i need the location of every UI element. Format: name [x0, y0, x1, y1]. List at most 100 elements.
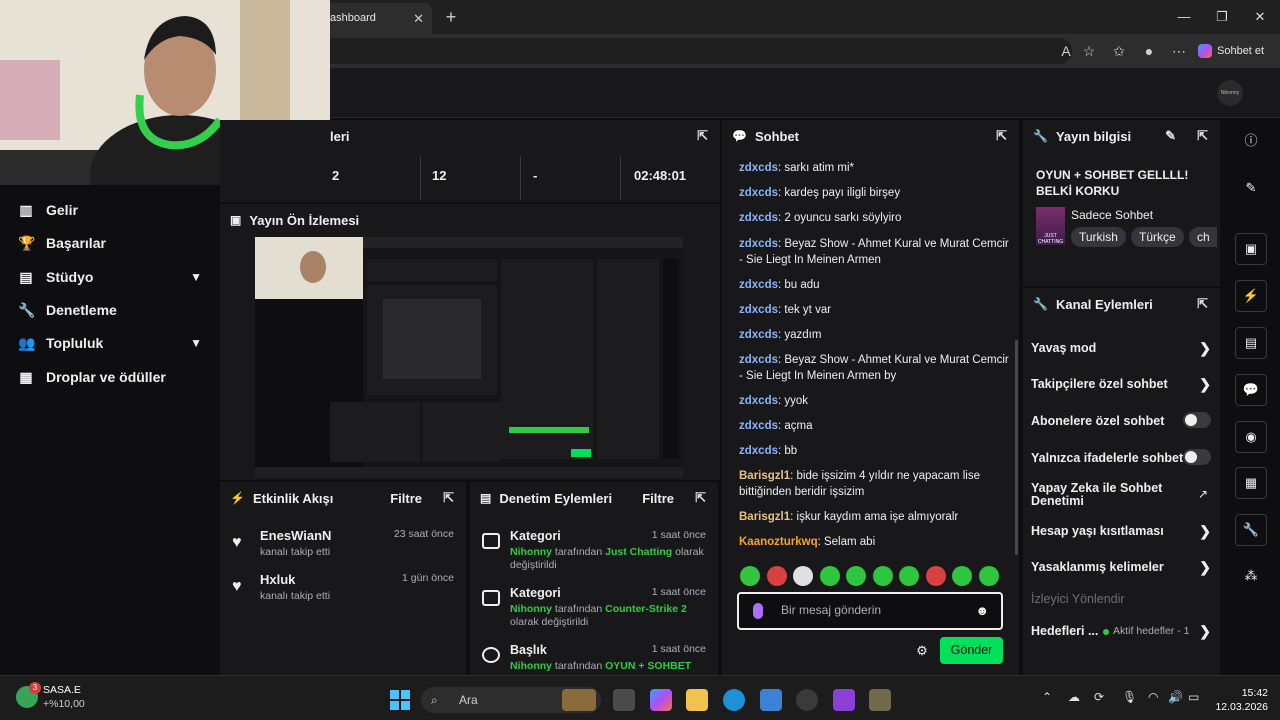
category-name[interactable]: Sadece Sohbet — [1071, 208, 1153, 222]
popout-icon[interactable]: ⇱ — [1197, 128, 1208, 144]
taskbar-clock[interactable]: 15:42 12.03.2026 — [1212, 686, 1268, 714]
emote-icon[interactable] — [899, 566, 919, 586]
action-followers-only[interactable]: Takipçilere özel sohbet ❯ — [1031, 376, 1213, 392]
extensions-icon[interactable]: ⁂ — [1235, 561, 1267, 593]
emote-icon[interactable] — [740, 566, 760, 586]
activity-user[interactable]: EnesWianN — [260, 528, 331, 543]
nav-item-gelir[interactable]: ▥ Gelir — [18, 196, 208, 224]
microphone-icon[interactable]: 🎙 — [1122, 690, 1137, 704]
emote-icon[interactable] — [846, 566, 866, 586]
emote-icon[interactable] — [793, 566, 813, 586]
external-link-icon[interactable]: ↗ — [1198, 487, 1208, 501]
popout-icon[interactable]: ⇱ — [695, 490, 706, 506]
stock-widget[interactable]: 3 SASA.E +%10,00 — [16, 682, 106, 714]
minimize-icon[interactable]: — — [1170, 6, 1198, 28]
chat-bubble-icon[interactable]: 💬 — [1235, 374, 1267, 406]
favorite-star-icon[interactable]: ☆ — [1078, 40, 1100, 62]
chat-input[interactable]: Bir mesaj gönderin ☻ — [737, 592, 1003, 630]
nav-item-droplar[interactable]: ▦ Droplar ve ödüller — [18, 363, 208, 391]
edit-pencil-icon[interactable]: ✎ — [1165, 128, 1176, 144]
nav-item-topluluk[interactable]: 👥 Topluluk ▼ — [18, 329, 208, 357]
store-icon[interactable] — [760, 689, 782, 711]
filter-button[interactable]: Filtre — [390, 491, 422, 506]
chat-username[interactable]: zdxcds — [739, 212, 778, 224]
stream-preview-video[interactable] — [255, 237, 683, 478]
chat-username[interactable]: Barisgzl1 — [739, 511, 790, 523]
chat-username[interactable]: zdxcds — [739, 329, 778, 341]
emote-only-toggle[interactable] — [1183, 449, 1211, 465]
chat-settings-gear-icon[interactable]: ⚙ — [913, 642, 931, 660]
microphone-icon[interactable] — [753, 603, 763, 619]
tag-chip[interactable]: Türkçe — [1131, 227, 1184, 247]
favorites-icon[interactable]: ✩ — [1108, 40, 1130, 62]
chat-username[interactable]: zdxcds — [739, 187, 778, 199]
clip-icon[interactable]: ▣ — [1235, 233, 1267, 265]
read-aloud-icon[interactable]: A — [1055, 40, 1077, 62]
edge-browser-icon[interactable] — [723, 689, 745, 711]
chat-username[interactable]: zdxcds — [739, 238, 778, 250]
nav-item-denetleme[interactable]: 🔧 Denetleme — [18, 296, 208, 324]
copilot-app-icon[interactable] — [650, 689, 672, 711]
battery-icon[interactable]: ▭ — [1188, 690, 1199, 704]
maximize-icon[interactable]: ❐ — [1208, 6, 1236, 28]
action-goals[interactable]: Hedefleri ... Aktif hedefler - 1 ❯ — [1031, 623, 1213, 639]
emote-icon[interactable] — [766, 566, 787, 586]
chat-username[interactable]: zdxcds — [739, 445, 778, 457]
send-button[interactable]: Gönder — [940, 637, 1003, 664]
edit-pencil-icon[interactable]: ✎ — [1235, 173, 1267, 205]
notes-icon[interactable]: ▤ — [1235, 327, 1267, 359]
layout-icon[interactable]: ▦ — [1235, 467, 1267, 499]
chevron-up-icon[interactable]: ⌃ — [1042, 690, 1052, 704]
task-view-icon[interactable] — [613, 689, 635, 711]
action-account-age[interactable]: Hesap yaşı kısıtlaması ❯ — [1031, 523, 1213, 539]
emote-icon[interactable] — [978, 566, 999, 586]
actor-name[interactable]: Nihonny — [510, 603, 552, 615]
actor-name[interactable]: Nihonny — [510, 660, 552, 672]
close-window-icon[interactable]: ✕ — [1246, 6, 1274, 28]
wrench-icon[interactable]: 🔧 — [1235, 514, 1267, 546]
chat-username[interactable]: Kaanozturkwq — [739, 536, 818, 548]
action-slow-mode[interactable]: Yavaş mod ❯ — [1031, 340, 1213, 356]
activity-user[interactable]: Hxluk — [260, 572, 295, 587]
chat-username[interactable]: zdxcds — [739, 354, 778, 366]
emote-icon[interactable] — [925, 566, 946, 586]
popout-icon[interactable]: ⇱ — [996, 128, 1007, 144]
new-tab-icon[interactable]: + — [440, 6, 462, 28]
emoji-icon[interactable]: ☻ — [975, 603, 989, 618]
nav-item-basarilar[interactable]: 🏆 Başarılar — [18, 229, 208, 257]
more-menu-icon[interactable]: ⋯ — [1168, 40, 1190, 62]
windows-start-icon[interactable] — [390, 690, 410, 710]
emote-icon[interactable] — [819, 566, 840, 586]
sync-icon[interactable]: ⟳ — [1094, 690, 1104, 704]
popout-icon[interactable]: ⇱ — [443, 490, 454, 506]
obs-icon[interactable] — [796, 689, 818, 711]
chat-username[interactable]: zdxcds — [739, 304, 778, 316]
profile-avatar-icon[interactable]: ● — [1138, 40, 1160, 62]
chat-username[interactable]: zdxcds — [739, 420, 778, 432]
chat-username[interactable]: zdxcds — [739, 162, 778, 174]
subscribers-only-toggle[interactable] — [1183, 412, 1211, 428]
volume-icon[interactable]: 🔊 — [1168, 690, 1183, 704]
tag-chip[interactable]: Turkish — [1071, 227, 1126, 247]
channel-logo[interactable]: Nihonny — [1217, 80, 1243, 106]
chat-username[interactable]: Barisgzl1 — [739, 470, 790, 482]
chat-scrollbar[interactable] — [1015, 340, 1018, 555]
filter-button[interactable]: Filtre — [642, 491, 674, 506]
lightning-icon[interactable]: ⚡ — [1235, 280, 1267, 312]
category-boxart[interactable]: JUST CHATTING — [1036, 207, 1065, 245]
wifi-icon[interactable]: ◠ — [1148, 690, 1158, 704]
actor-name[interactable]: Nihonny — [510, 546, 552, 558]
chevron-down-icon[interactable]: ▼ — [190, 270, 202, 284]
emote-icon[interactable] — [872, 566, 893, 586]
copilot-button[interactable]: Sohbet et — [1198, 39, 1276, 63]
browser-tab[interactable]: ashboard ✕ — [320, 3, 432, 34]
nav-item-studyo[interactable]: ▤ Stüdyo ▼ — [18, 263, 208, 291]
popout-icon[interactable]: ⇱ — [697, 128, 708, 144]
info-icon[interactable]: ⓘ — [1235, 126, 1267, 158]
game-app-icon[interactable] — [869, 689, 891, 711]
chevron-down-icon[interactable]: ▼ — [190, 336, 202, 350]
tag-chip[interactable]: ch — [1189, 227, 1217, 247]
cloud-icon[interactable]: ☁ — [1068, 690, 1080, 704]
broadcast-icon[interactable]: ◉ — [1235, 421, 1267, 453]
chat-username[interactable]: zdxcds — [739, 395, 778, 407]
